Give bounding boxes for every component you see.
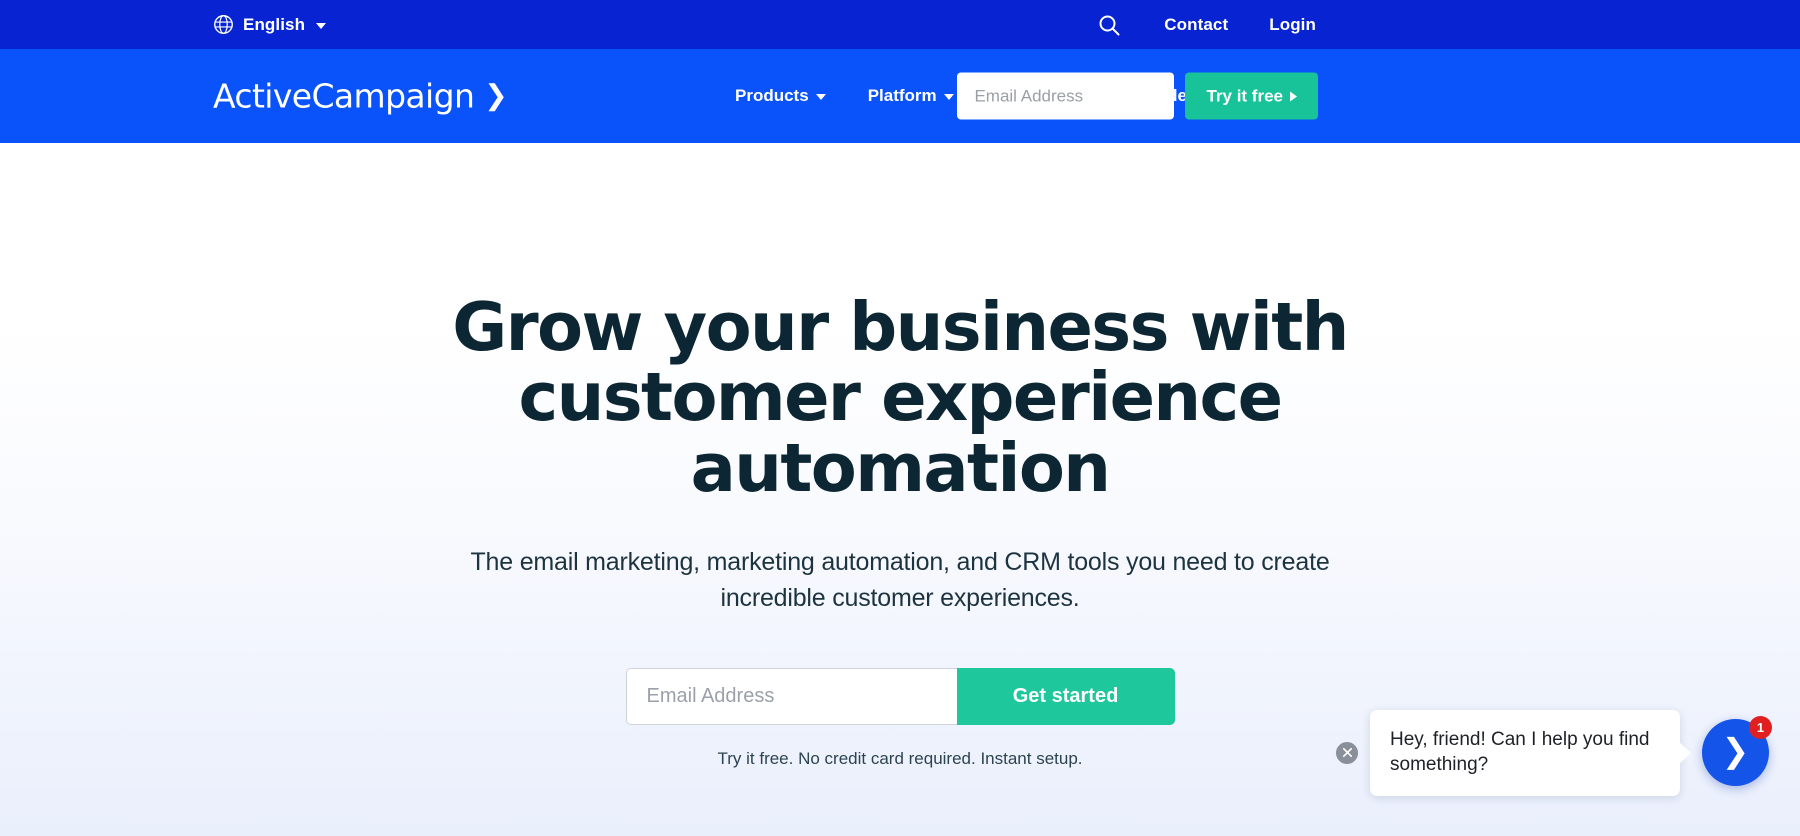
- language-selector[interactable]: English: [213, 14, 327, 35]
- nav-label-products: Products: [735, 86, 809, 105]
- chevron-right-double-icon: ❯: [1721, 732, 1750, 770]
- hero-email-input[interactable]: [625, 668, 957, 726]
- search-button[interactable]: [1092, 8, 1126, 42]
- chat-launcher-wrap: ❯ 1: [1702, 716, 1772, 787]
- chat-close-button[interactable]: [1334, 739, 1360, 766]
- login-link[interactable]: Login: [1269, 15, 1316, 35]
- close-icon: [1342, 748, 1352, 758]
- chat-message-text: Hey, friend! Can I help you find somethi…: [1390, 728, 1650, 776]
- search-icon: [1099, 15, 1120, 35]
- logo-chevron-icon: ❯: [484, 79, 508, 110]
- chevron-down-icon: [815, 94, 826, 100]
- logo-wordmark: ActiveCampaign: [213, 76, 475, 116]
- get-started-button[interactable]: Get started: [956, 668, 1175, 726]
- chevron-down-icon: [943, 94, 954, 100]
- chat-widget: Hey, friend! Can I help you find somethi…: [1334, 709, 1772, 796]
- play-triangle-icon: [1290, 91, 1297, 101]
- globe-icon: [214, 15, 233, 34]
- language-label: English: [243, 14, 306, 34]
- site-logo[interactable]: ActiveCampaign ❯: [213, 77, 508, 116]
- navbar-email-input[interactable]: [957, 72, 1175, 120]
- nav-label-platform: Platform: [867, 86, 937, 105]
- navbar-signup-form: Try it free: [957, 72, 1318, 120]
- nav-item-platform[interactable]: Platform: [868, 86, 954, 106]
- hero-subheadline: The email marketing, marketing automatio…: [470, 548, 1330, 612]
- nav-item-products[interactable]: Products: [735, 86, 826, 106]
- try-it-free-label: Try it free: [1206, 86, 1283, 105]
- page-title: Grow your business with customer experie…: [452, 288, 1349, 507]
- topbar-right-group: Contact Login: [1092, 8, 1800, 42]
- chevron-down-icon: [316, 22, 327, 29]
- contact-link[interactable]: Contact: [1164, 15, 1228, 35]
- chat-message-bubble[interactable]: Hey, friend! Can I help you find somethi…: [1370, 709, 1680, 796]
- try-it-free-button[interactable]: Try it free: [1185, 72, 1318, 120]
- top-utility-bar: English Contact Login: [0, 0, 1800, 49]
- hero-content: Grow your business with customer experie…: [0, 143, 1800, 769]
- page-root: English Contact Login ActiveCampaign ❯ P…: [0, 0, 1800, 836]
- chat-unread-badge: 1: [1749, 716, 1772, 740]
- main-navbar: ActiveCampaign ❯ Products Platform Prici…: [0, 49, 1800, 143]
